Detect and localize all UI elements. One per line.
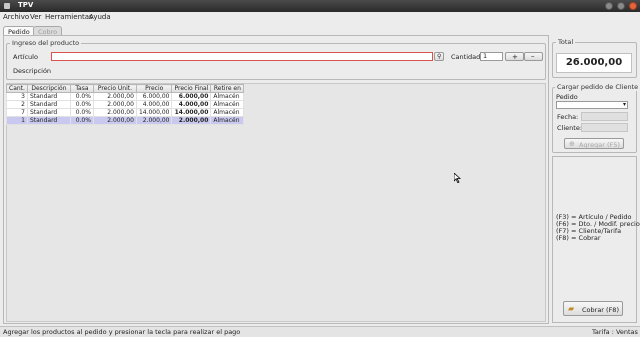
fecha-label: Fecha: bbox=[557, 113, 579, 121]
cell-precio-unit: 2.000,00 bbox=[92, 92, 137, 101]
col-header-precio-final[interactable]: Precio Final bbox=[171, 84, 212, 93]
col-header-precio[interactable]: Precio bbox=[135, 84, 173, 93]
col-header-tasa[interactable]: Tasa bbox=[69, 84, 94, 93]
menu-bar: Archivo Ver Herramientas Ayuda bbox=[0, 12, 640, 22]
menu-ver[interactable]: Ver bbox=[30, 13, 41, 21]
add-item-button[interactable]: + bbox=[505, 52, 524, 61]
window-titlebar: TPV bbox=[0, 0, 640, 12]
product-entry-legend: Ingreso del producto bbox=[10, 39, 82, 47]
cantidad-label: Cantidad bbox=[451, 53, 481, 61]
cobrar-button[interactable]: ▰ Cobrar (F8) bbox=[563, 301, 623, 316]
mouse-cursor-icon bbox=[454, 173, 461, 183]
menu-ayuda[interactable]: Ayuda bbox=[89, 13, 111, 21]
load-order-legend: Cargar pedido de Cliente bbox=[555, 83, 640, 91]
col-header-retire[interactable]: Retire en bbox=[210, 84, 245, 93]
cell-precio-final: 14.000,00 bbox=[171, 108, 212, 117]
chevron-down-icon: ▾ bbox=[622, 101, 626, 108]
cell-cant: 2 bbox=[6, 100, 28, 109]
table-header-row: Cant. Descripción Tasa Precio Unit. Prec… bbox=[6, 84, 245, 93]
cell-tasa: 0.0% bbox=[69, 108, 94, 117]
cell-precio-final: 2.000,00 bbox=[171, 116, 212, 125]
cell-descripcion: Standard bbox=[26, 116, 71, 125]
cell-descripcion: Standard bbox=[26, 108, 71, 117]
articulo-search-button[interactable]: ⚲ bbox=[434, 52, 444, 61]
pedido-select[interactable]: ▾ bbox=[556, 101, 628, 109]
agregar-button[interactable]: ⊕ Agregar (F5) bbox=[564, 138, 624, 149]
search-icon: ⚲ bbox=[437, 53, 442, 60]
minimize-button[interactable] bbox=[605, 2, 613, 10]
cash-icon: ▰ bbox=[568, 304, 575, 313]
cobrar-label: Cobrar (F8) bbox=[582, 306, 619, 314]
col-header-descripcion[interactable]: Descripción bbox=[26, 84, 71, 93]
col-header-precio-unit[interactable]: Precio Unit. bbox=[92, 84, 137, 93]
col-header-cant[interactable]: Cant. bbox=[6, 84, 28, 93]
cell-retire: Almacén bbox=[210, 100, 245, 109]
cell-precio-unit: 2.000,00 bbox=[92, 116, 137, 125]
pedido-label: Pedido bbox=[556, 93, 578, 101]
cell-tasa: 0.0% bbox=[69, 116, 94, 125]
agregar-label: Agregar (F5) bbox=[579, 141, 620, 149]
table-row-selected[interactable]: 1 Standard 0.0% 2.000,00 2.000,00 2.000,… bbox=[6, 116, 245, 125]
order-table: Cant. Descripción Tasa Precio Unit. Prec… bbox=[6, 84, 245, 125]
cell-precio-unit: 2.000,00 bbox=[92, 108, 137, 117]
menu-archivo[interactable]: Archivo bbox=[3, 13, 29, 21]
cell-precio: 4.000,00 bbox=[135, 100, 173, 109]
add-icon: ⊕ bbox=[569, 140, 575, 148]
cell-cant: 3 bbox=[6, 92, 28, 101]
window-title: TPV bbox=[18, 1, 34, 9]
cell-precio-final: 6.000,00 bbox=[171, 92, 212, 101]
table-row[interactable]: 2 Standard 0.0% 2.000,00 4.000,00 4.000,… bbox=[6, 100, 245, 109]
total-legend: Total bbox=[556, 38, 576, 46]
menu-herramientas[interactable]: Herramientas bbox=[45, 13, 93, 21]
product-entry-group: Ingreso del producto bbox=[6, 39, 546, 80]
cell-precio: 14.000,00 bbox=[135, 108, 173, 117]
app-icon bbox=[4, 3, 10, 9]
plus-icon: + bbox=[512, 53, 518, 61]
cell-cant: 7 bbox=[6, 108, 28, 117]
descripcion-label: Descripción bbox=[13, 67, 52, 75]
status-message: Agregar los productos al pedido y presio… bbox=[3, 328, 241, 336]
cell-precio-final: 4.000,00 bbox=[171, 100, 212, 109]
articulo-label: Artículo bbox=[13, 53, 38, 61]
total-value: 26.000,00 bbox=[556, 53, 632, 73]
cell-retire: Almacén bbox=[210, 92, 245, 101]
fecha-field bbox=[581, 112, 628, 121]
cantidad-input[interactable]: 1 bbox=[480, 52, 503, 61]
cell-descripcion: Standard bbox=[26, 100, 71, 109]
status-bar: Agregar los productos al pedido y presio… bbox=[0, 326, 640, 337]
cell-tasa: 0.0% bbox=[69, 100, 94, 109]
remove-item-button[interactable]: – bbox=[524, 52, 543, 61]
minus-icon: – bbox=[531, 52, 535, 60]
cell-retire: Almacén bbox=[210, 108, 245, 117]
status-tarifa: Tarifa : Ventas bbox=[592, 328, 638, 336]
cell-precio-unit: 2.000,00 bbox=[92, 100, 137, 109]
cell-descripcion: Standard bbox=[26, 92, 71, 101]
cell-cant: 1 bbox=[6, 116, 28, 125]
cliente-field bbox=[581, 123, 628, 132]
cliente-label: Cliente: bbox=[557, 124, 583, 132]
cell-precio: 2.000,00 bbox=[135, 116, 173, 125]
shortcut-f8: (F8) = Cobrar bbox=[556, 234, 601, 242]
close-button[interactable] bbox=[629, 2, 637, 10]
maximize-button[interactable] bbox=[617, 2, 625, 10]
cell-tasa: 0.0% bbox=[69, 92, 94, 101]
cell-retire: Almacén bbox=[210, 116, 245, 125]
table-row[interactable]: 7 Standard 0.0% 2.000,00 14.000,00 14.00… bbox=[6, 108, 245, 117]
articulo-input[interactable] bbox=[51, 52, 433, 61]
table-row[interactable]: 3 Standard 0.0% 2.000,00 6.000,00 6.000,… bbox=[6, 92, 245, 101]
cell-precio: 6.000,00 bbox=[135, 92, 173, 101]
